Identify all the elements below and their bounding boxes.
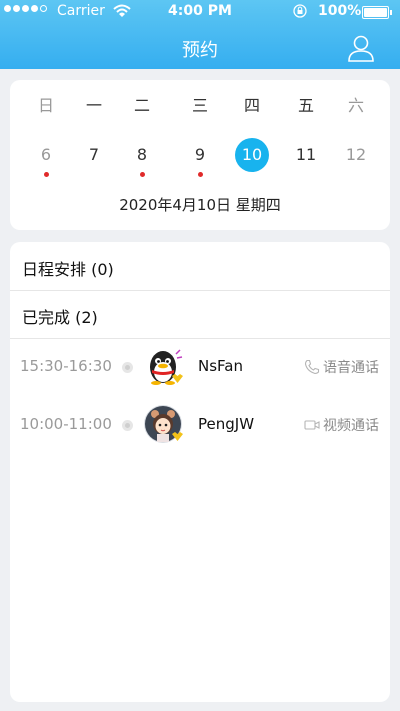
user-profile-icon[interactable] — [346, 34, 376, 62]
weekday-label: 六 — [347, 96, 364, 115]
calendar-day-10-selected[interactable]: 10 — [230, 138, 274, 172]
schedule-section-header[interactable]: 日程安排 (0) — [10, 242, 390, 291]
call-type-label: 视频通话 — [323, 418, 379, 434]
verified-badge-icon — [172, 432, 183, 441]
schedule-section-label: 日程安排 (0) — [22, 260, 114, 279]
event-dot — [140, 172, 145, 177]
completed-section-header[interactable]: 已完成 (2) — [10, 290, 390, 339]
weekday-label: 三 — [191, 96, 208, 115]
day-number: 11 — [295, 145, 317, 164]
weekday-header-row: 日 一 二 三 四 五 六 — [10, 91, 390, 121]
day-number: 8 — [136, 145, 148, 164]
completed-section-label: 已完成 (2) — [22, 308, 98, 327]
calendar-day-8[interactable]: 8 — [120, 140, 164, 177]
battery-icon — [362, 6, 392, 19]
appointment-list-card: 日程安排 (0) 已完成 (2) 15:30-16:30 NsFan 语音通话 — [10, 242, 390, 702]
event-dot — [198, 172, 203, 177]
weekday-label: 日 — [37, 96, 54, 115]
timeline-dot-icon — [122, 362, 133, 373]
call-type-label: 语音通话 — [323, 360, 379, 376]
verified-badge-icon — [172, 374, 183, 383]
day-number: 6 — [40, 145, 52, 164]
day-number: 7 — [88, 145, 100, 164]
contact-name: NsFan — [198, 357, 243, 375]
calendar-day-11[interactable]: 11 — [284, 140, 328, 170]
day-number: 9 — [194, 145, 206, 164]
day-number: 12 — [345, 145, 367, 164]
date-row: 6 7 8 9 10 11 12 — [10, 138, 390, 177]
timeline-dot-icon — [122, 420, 133, 431]
calendar-day-7[interactable]: 7 — [72, 140, 116, 170]
appointment-item[interactable]: 10:00-11:00 PengJW 视频通话 — [10, 398, 390, 456]
day-number: 10 — [235, 138, 269, 172]
battery-percent: 100% — [318, 3, 362, 19]
appointment-item[interactable]: 15:30-16:30 NsFan 语音通话 — [10, 340, 390, 398]
video-call-button[interactable]: 视频通话 — [304, 415, 379, 435]
event-dot — [44, 172, 49, 177]
appointment-time: 10:00-11:00 — [20, 415, 112, 433]
phone-icon — [304, 359, 320, 375]
weekday-label: 一 — [85, 96, 102, 115]
page-title: 预约 — [182, 40, 218, 61]
contact-name: PengJW — [198, 415, 255, 433]
appointment-time: 15:30-16:30 — [20, 357, 112, 375]
weekday-label: 五 — [297, 96, 314, 115]
calendar-day-12[interactable]: 12 — [334, 140, 378, 170]
app-header: Carrier 4:00 PM 100% 预约 — [0, 0, 400, 69]
video-icon — [304, 420, 320, 430]
calendar-day-6[interactable]: 6 — [24, 140, 68, 177]
weekday-label: 二 — [133, 96, 150, 115]
voice-call-button[interactable]: 语音通话 — [304, 357, 379, 377]
orientation-lock-icon — [293, 4, 307, 18]
status-bar: Carrier 4:00 PM 100% — [0, 0, 400, 24]
weekday-label: 四 — [243, 96, 260, 115]
calendar-card: 日 一 二 三 四 五 六 6 7 8 9 10 11 12 2020年4月10… — [10, 80, 390, 230]
calendar-day-9[interactable]: 9 — [178, 140, 222, 177]
selected-date-label: 2020年4月10日 星期四 — [119, 196, 281, 214]
